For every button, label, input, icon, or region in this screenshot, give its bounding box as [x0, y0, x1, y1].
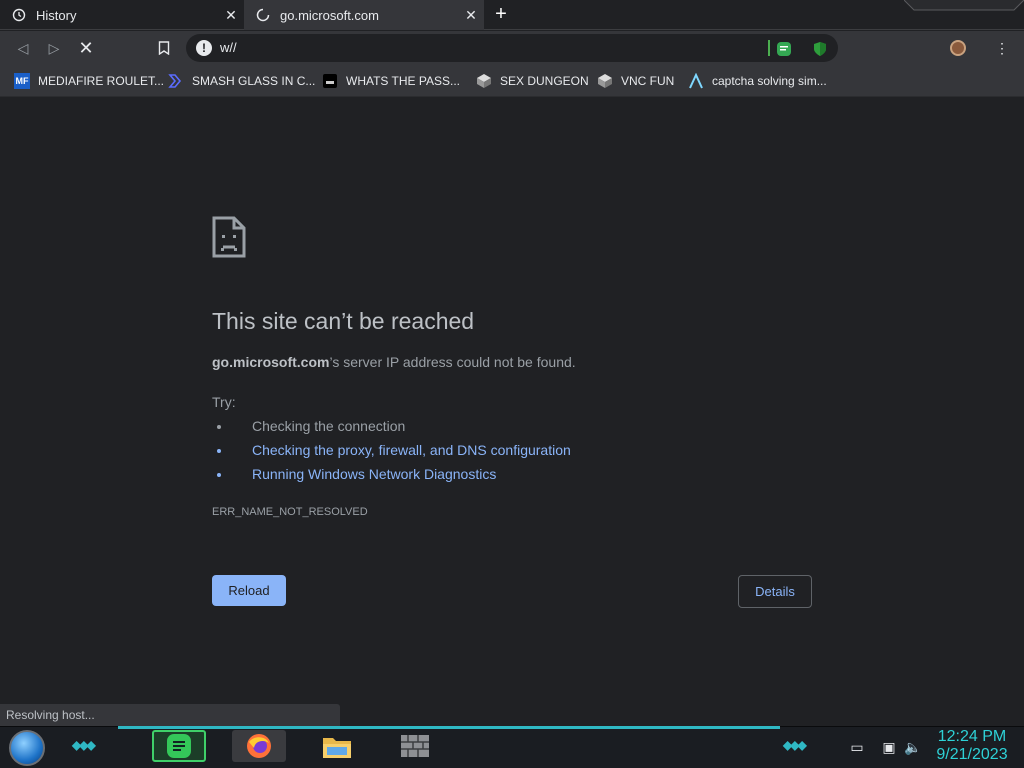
chat-extension-icon[interactable]: [776, 41, 792, 57]
error-host: go.microsoft.com: [212, 354, 330, 370]
bookmark-button[interactable]: [153, 37, 175, 59]
profile-avatar[interactable]: [950, 40, 966, 56]
stop-loading-button[interactable]: ✕: [75, 37, 97, 59]
suggestion-check-connection: Checking the connection: [232, 417, 571, 441]
cube-icon: [597, 73, 613, 89]
address-bar[interactable]: ! w//: [186, 34, 838, 62]
bookmark-label: SMASH GLASS IN C...: [192, 74, 316, 88]
error-message: go.microsoft.com’s server IP address cou…: [212, 354, 576, 370]
shield-extension-icon[interactable]: [812, 41, 828, 57]
error-code: ERR_NAME_NOT_RESOLVED: [212, 506, 368, 518]
info-icon[interactable]: !: [196, 40, 212, 56]
history-icon: [12, 8, 26, 22]
keyboard-tray-icon[interactable]: ▭: [848, 738, 866, 756]
folder-icon: [323, 738, 351, 758]
chat-app-icon: [167, 734, 191, 758]
suggestions-list: Checking the connection Checking the pro…: [232, 417, 571, 489]
taskbar-accent-line: [118, 726, 780, 729]
cube-icon: [476, 73, 492, 89]
tab-title: History: [36, 7, 77, 23]
clock-date: 9/21/2023: [936, 746, 1008, 763]
screen: History ✕ go.microsoft.com ✕ + ◁ ▷ ✕ ! w…: [0, 0, 1024, 768]
sad-page-icon: [212, 216, 246, 258]
details-button[interactable]: Details: [738, 575, 812, 608]
taskbar-firewall-app[interactable]: [388, 730, 442, 762]
tab-strip: History ✕ go.microsoft.com ✕ +: [0, 0, 1024, 30]
suggestion-network-diagnostics-link[interactable]: Running Windows Network Diagnostics: [232, 465, 571, 489]
bookmarks-bar: MF MEDIAFIRE ROULET... SMASH GLASS IN C.…: [0, 65, 1024, 97]
firefox-icon: [247, 734, 271, 758]
clock[interactable]: 12:24 PM 9/21/2023: [930, 728, 1014, 764]
clock-time: 12:24 PM: [937, 728, 1007, 745]
tab-title: go.microsoft.com: [280, 7, 379, 23]
bookmark-smash-glass[interactable]: SMASH GLASS IN C...: [168, 71, 315, 91]
terminal-icon: [322, 73, 338, 89]
try-label: Try:: [212, 394, 236, 410]
reload-button[interactable]: Reload: [212, 575, 286, 606]
taskbar-firefox[interactable]: [232, 730, 286, 762]
bookmark-mediafire[interactable]: MF MEDIAFIRE ROULET...: [14, 71, 164, 91]
back-button[interactable]: ◁: [12, 37, 34, 59]
bookmark-captcha-solving[interactable]: captcha solving sim...: [688, 71, 827, 91]
suggestion-proxy-firewall-dns-link[interactable]: Checking the proxy, firewall, and DNS co…: [232, 441, 571, 465]
error-message-text: ’s server IP address could not be found.: [329, 354, 576, 370]
chevron-decoration-icon: ◆◆◆: [72, 738, 96, 752]
bookmark-vnc-fun[interactable]: VNC FUN: [597, 71, 674, 91]
error-title: This site can’t be reached: [212, 308, 475, 334]
forward-button[interactable]: ▷: [43, 37, 65, 59]
browser-menu-icon[interactable]: ⋮: [994, 40, 1010, 56]
tab-history[interactable]: History ✕: [0, 0, 244, 30]
bookmark-label: MEDIAFIRE ROULET...: [38, 74, 165, 88]
bookmark-whats-the-pass[interactable]: WHATS THE PASS...: [322, 71, 460, 91]
lambda-icon: [688, 73, 704, 89]
close-tab-icon[interactable]: ✕: [224, 7, 238, 24]
brackets-icon: [168, 73, 184, 89]
address-input[interactable]: w//: [220, 40, 237, 55]
start-button[interactable]: [9, 730, 45, 766]
taskbar-chat-app[interactable]: [152, 730, 206, 762]
close-tab-icon[interactable]: ✕: [464, 7, 478, 24]
volume-tray-icon[interactable]: 🔈: [904, 738, 922, 756]
chevron-decoration-icon: ◆◆◆: [783, 738, 807, 752]
window-frame-decoration: [904, 0, 1024, 11]
brick-wall-icon: [401, 735, 429, 757]
toolbar: ◁ ▷ ✕ ! w//: [0, 31, 1024, 65]
bookmark-label: SEX DUNGEON: [500, 74, 589, 88]
tab-go-microsoft[interactable]: go.microsoft.com ✕: [244, 0, 484, 30]
taskbar-file-explorer[interactable]: [310, 730, 364, 762]
bookmark-label: VNC FUN: [621, 74, 675, 88]
new-tab-button[interactable]: +: [490, 4, 512, 26]
bookmark-label: captcha solving sim...: [712, 74, 827, 88]
mediafire-icon: MF: [14, 73, 30, 89]
bookmark-icon: [158, 41, 170, 55]
bookmark-label: WHATS THE PASS...: [346, 74, 461, 88]
loading-spinner-icon: [256, 8, 270, 22]
network-tray-icon[interactable]: ▣: [880, 738, 898, 756]
omnibox-separator: [768, 40, 770, 56]
status-bubble: Resolving host...: [0, 704, 340, 726]
bookmark-sex-dungeon[interactable]: SEX DUNGEON: [476, 71, 589, 91]
